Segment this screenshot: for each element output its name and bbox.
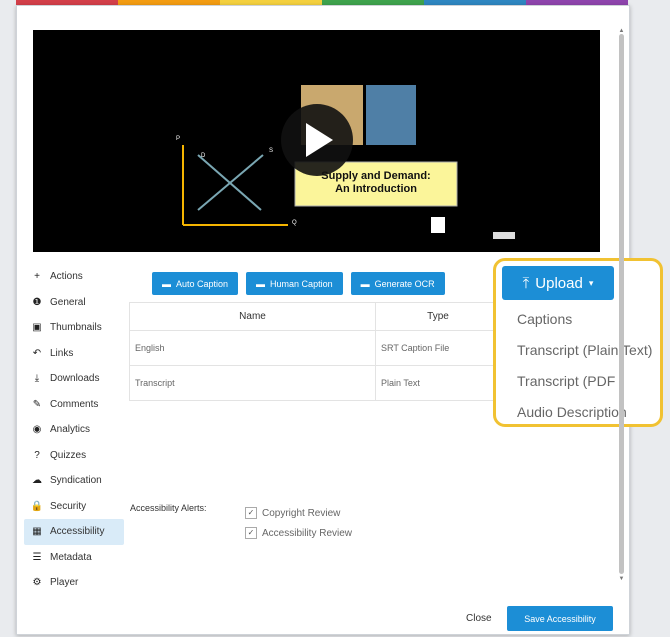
human-caption-label: Human Caption (270, 278, 333, 289)
accessibility-review-option[interactable]: ✓ Accessibility Review (245, 523, 352, 543)
analytics-icon: ◉ (32, 424, 42, 436)
sidebar-item-quizzes[interactable]: ? Quizzes (24, 443, 124, 469)
sidebar-item-actions[interactable]: + Actions (24, 264, 124, 290)
auto-caption-label: Auto Caption (176, 278, 229, 289)
link-icon: ↶ (32, 347, 42, 359)
generate-ocr-label: Generate OCR (374, 278, 435, 289)
table-header-row: Name Type (129, 302, 501, 331)
menu-item-captions[interactable]: Captions (517, 308, 652, 339)
comments-icon: ✎ (32, 398, 42, 410)
sidebar-item-metadata[interactable]: ☰ Metadata (24, 545, 124, 571)
sidebar-item-label: Metadata (50, 551, 92, 563)
cell-name: English (129, 330, 376, 366)
sidebar-item-label: Links (50, 347, 74, 359)
question-icon: ? (34, 449, 40, 461)
scrollbar-thumb[interactable] (619, 34, 624, 574)
copyright-review-option[interactable]: ✓ Copyright Review (245, 503, 352, 523)
menu-item-audio-description[interactable]: Audio Description (517, 401, 652, 432)
checkbox[interactable]: ✓ (245, 507, 257, 519)
sidebar-item-thumbnails[interactable]: ▣ Thumbnails (24, 315, 124, 341)
sidebar-item-label: Syndication (50, 475, 102, 487)
auto-caption-button[interactable]: ▬ Auto Caption (152, 272, 239, 295)
upload-menu: Captions Transcript (Plain Text) Transcr… (517, 308, 652, 432)
sidebar-item-label: Quizzes (50, 449, 87, 461)
curve-label-d: D (201, 153, 206, 159)
human-caption-button[interactable]: ▬ Human Caption (246, 272, 343, 295)
curve-label-s: S (269, 148, 274, 154)
slide-title-line1: Supply and Demand: (321, 170, 431, 182)
sidebar: + Actions ❶ General ▣ Thumbnails ↶ Links ⤓ Do… (24, 264, 124, 596)
axis-label-q: Q (292, 220, 297, 226)
sidebar-item-downloads[interactable]: ⤓ Downloads (24, 366, 124, 392)
upload-icon: ⤒ (522, 274, 530, 292)
cloud-icon: ☁ (32, 475, 42, 487)
checkbox[interactable]: ✓ (245, 527, 257, 539)
sidebar-item-links[interactable]: ↶ Links (24, 341, 124, 367)
sidebar-item-syndication[interactable]: ☁ Syndication (24, 468, 124, 494)
accessibility-icon: ▦ (32, 526, 42, 538)
video-player[interactable]: P Q D S Supply and Demand: An Introducti… (33, 30, 600, 252)
info-icon: ❶ (32, 296, 42, 308)
slide-title: Supply and Demand: An Introduction (295, 170, 457, 196)
sidebar-item-security[interactable]: 🔒 Security (24, 494, 124, 520)
sidebar-item-accessibility[interactable]: ▦ Accessibility (24, 519, 124, 545)
generate-ocr-button[interactable]: ▬ Generate OCR (350, 272, 445, 295)
sidebar-item-label: General (50, 296, 86, 308)
close-button[interactable]: Close (466, 613, 492, 624)
caret-down-icon: ▾ (588, 277, 594, 288)
caption-icon: ▬ (360, 278, 370, 289)
cell-type: SRT Caption File (375, 330, 501, 366)
table-row[interactable]: English SRT Caption File (129, 330, 501, 366)
save-accessibility-button[interactable]: Save Accessibility (507, 606, 613, 631)
sidebar-item-label: Accessibility (50, 526, 105, 538)
scroll-down-icon[interactable]: ▼ (617, 576, 626, 582)
column-header-name: Name (129, 302, 376, 331)
upload-button[interactable]: ⤒ Upload ▾ (502, 266, 614, 300)
upload-label: Upload (535, 274, 583, 292)
option-label: Accessibility Review (262, 527, 353, 539)
sidebar-item-analytics[interactable]: ◉ Analytics (24, 417, 124, 443)
table-row[interactable]: Transcript Plain Text (129, 365, 501, 401)
sidebar-item-label: Player (50, 577, 79, 589)
sidebar-item-label: Comments (50, 398, 99, 410)
lock-icon: 🔒 (30, 500, 44, 512)
accessibility-alerts-label: Accessibility Alerts: (130, 503, 207, 513)
plus-icon: + (34, 271, 40, 283)
video-frame (182, 85, 515, 239)
sidebar-item-comments[interactable]: ✎ Comments (24, 392, 124, 418)
sidebar-item-label: Downloads (50, 373, 100, 385)
gear-icon: ⚙ (32, 577, 42, 589)
caption-icon: ▬ (256, 278, 266, 289)
column-header-type: Type (375, 302, 501, 331)
sidebar-item-general[interactable]: ❶ General (24, 290, 124, 316)
scrollbar[interactable]: ▲ ▼ (617, 28, 626, 584)
camera-icon: ▣ (32, 322, 42, 334)
download-icon: ⤓ (34, 373, 40, 385)
accessibility-alerts-options: ✓ Copyright Review ✓ Accessibility Review (245, 503, 352, 543)
caption-icon: ▬ (162, 278, 171, 289)
cell-name: Transcript (129, 365, 376, 401)
slide-title-line2: An Introduction (335, 183, 417, 195)
option-label: Copyright Review (262, 507, 341, 519)
caption-toolbar: ▬ Auto Caption ▬ Human Caption ▬ Generate O… (152, 272, 445, 295)
list-icon: ☰ (32, 551, 42, 563)
sidebar-item-label: Analytics (50, 424, 91, 436)
sidebar-item-label: Security (50, 500, 87, 512)
sidebar-item-label: Thumbnails (50, 322, 102, 334)
captions-table: Name Type English SRT Caption File Trans… (129, 302, 501, 401)
menu-item-transcript-pdf[interactable]: Transcript (PDF (517, 370, 652, 401)
cell-type: Plain Text (375, 365, 501, 401)
menu-item-transcript-plain[interactable]: Transcript (Plain Text) (517, 339, 652, 370)
sidebar-item-player[interactable]: ⚙ Player (24, 570, 124, 596)
sidebar-item-label: Actions (50, 271, 83, 283)
axis-label-p: P (176, 136, 181, 142)
